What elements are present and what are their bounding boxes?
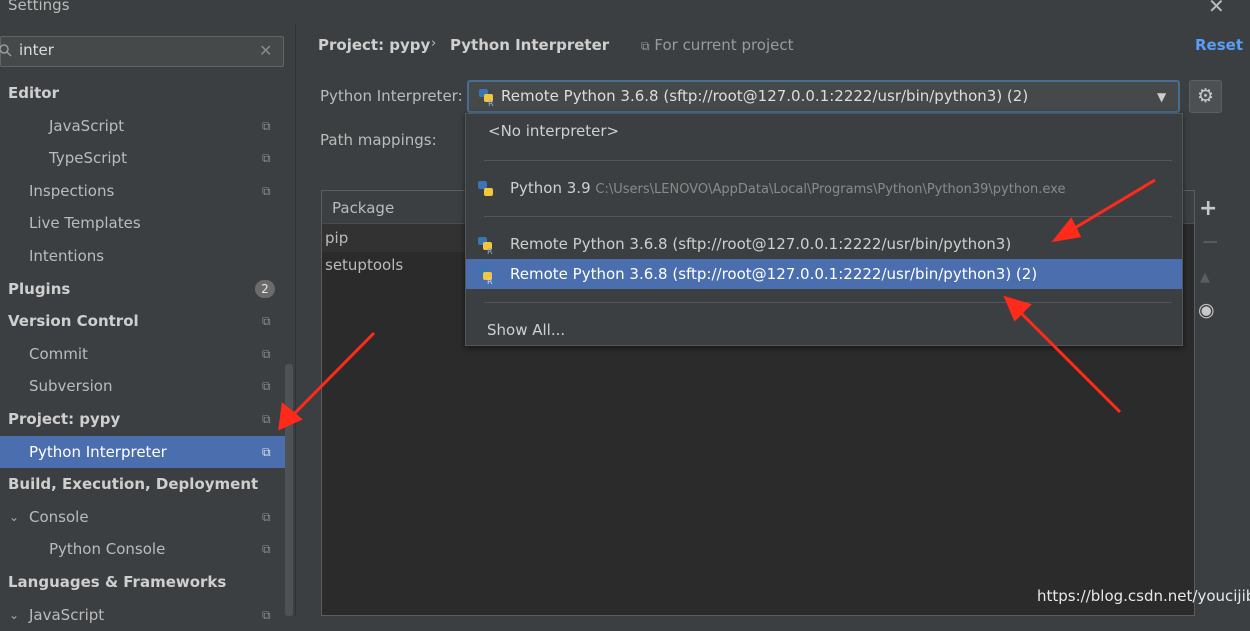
annotation-arrow xyxy=(1067,178,1156,234)
watermark-text: https://blog.csdn.net/youcijibi xyxy=(1037,587,1250,605)
annotation-arrow xyxy=(288,331,376,420)
annotation-arrow-head xyxy=(1051,217,1082,243)
annotation-arrow xyxy=(1016,308,1122,414)
annotation-arrow-head xyxy=(278,402,303,431)
annotation-arrows xyxy=(278,178,1156,431)
